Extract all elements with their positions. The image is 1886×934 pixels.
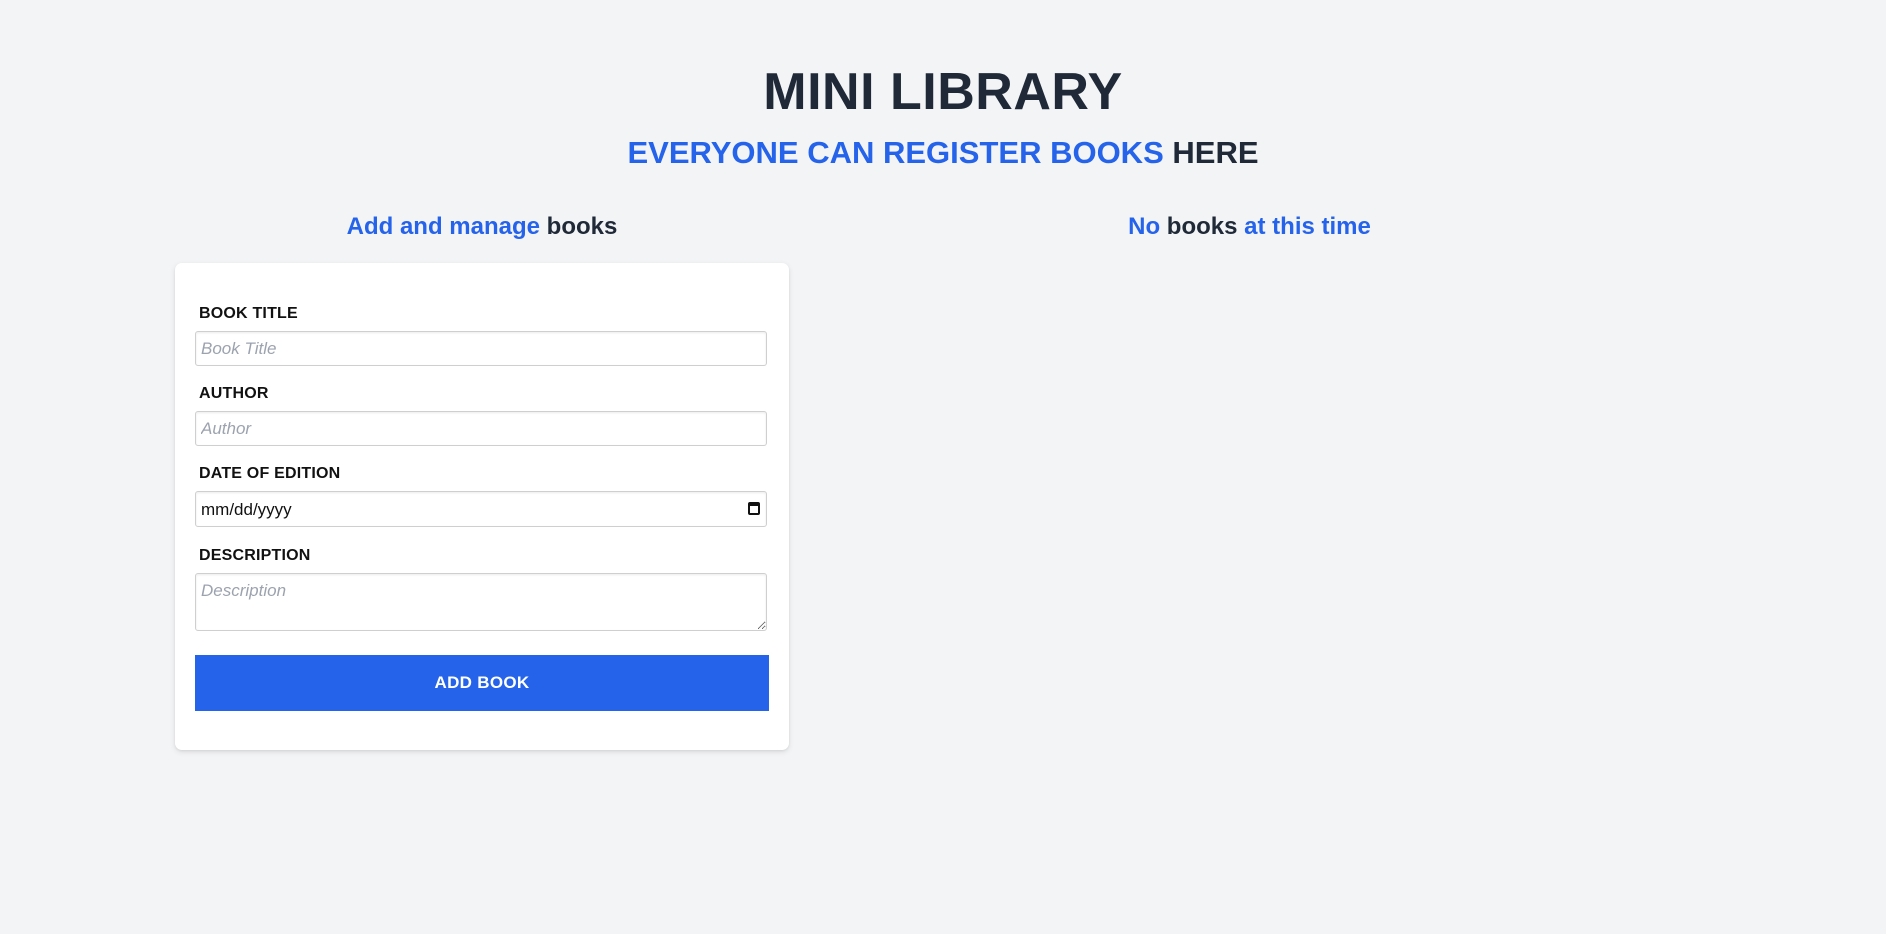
book-title-input[interactable] [195,331,767,366]
app-subtitle-rest: HERE [1172,135,1259,170]
page: MINI LIBRARY EVERYONE CAN REGISTER BOOKS… [0,0,1886,934]
author-label: AUTHOR [199,385,269,402]
description-textarea[interactable] [195,573,767,631]
date-of-edition-value: mm/dd/yyyy [201,500,292,519]
form-section-heading: Add and manage books [175,210,789,244]
date-of-edition-label: DATE OF EDITION [199,465,341,482]
list-heading-time: at this time [1244,213,1371,240]
form-heading-rest: books [546,213,618,240]
description-label: DESCRIPTION [199,547,311,564]
book-list-heading: No books at this time [952,210,1547,244]
form-heading-accent: Add and manage [346,213,540,240]
add-book-button[interactable]: ADD BOOK [195,655,769,711]
book-title-label: BOOK TITLE [199,305,298,322]
date-of-edition-input[interactable]: mm/dd/yyyy [195,491,767,527]
app-subtitle: EVERYONE CAN REGISTER BOOKS HERE [0,133,1886,173]
app-title: MINI LIBRARY [763,63,1123,121]
add-book-form: BOOK TITLE AUTHOR DATE OF EDITION mm/dd/… [175,263,789,750]
calendar-icon[interactable] [748,502,760,515]
app-subtitle-accent: EVERYONE CAN REGISTER BOOKS [627,135,1164,170]
list-heading-books: books [1166,213,1238,240]
author-input[interactable] [195,411,767,446]
list-heading-no: No [1128,213,1161,240]
